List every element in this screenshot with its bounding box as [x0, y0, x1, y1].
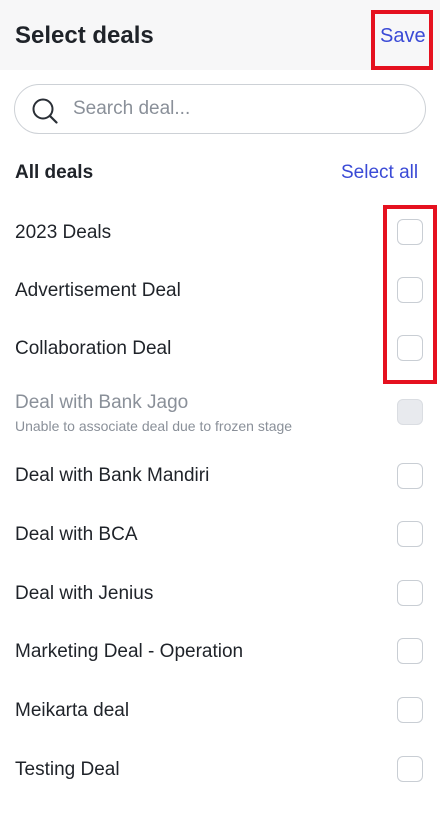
deal-label: Deal with Jenius — [15, 583, 154, 604]
deal-checkbox[interactable] — [397, 335, 423, 361]
deal-label: Deal with BCA — [15, 524, 138, 545]
deal-row[interactable]: Collaboration Deal — [0, 320, 440, 378]
deal-row[interactable]: Deal with Bank Mandiri — [0, 447, 440, 505]
deal-label: Testing Deal — [15, 759, 120, 780]
deal-checkbox[interactable] — [397, 638, 423, 664]
section-label-all-deals: All deals — [15, 162, 94, 183]
deal-checkbox[interactable] — [397, 277, 423, 303]
save-highlight-box — [371, 10, 433, 70]
deal-label: Deal with Bank Jago — [15, 392, 189, 413]
deal-label: 2023 Deals — [15, 222, 112, 243]
page-title: Select deals — [15, 22, 154, 49]
deal-label: Meikarta deal — [15, 700, 130, 721]
deal-label: Marketing Deal - Operation — [15, 641, 244, 662]
deal-checkbox[interactable] — [397, 463, 423, 489]
deal-row[interactable]: Advertisement Deal — [0, 261, 440, 319]
deal-checkbox-disabled — [397, 399, 423, 425]
deal-checkbox[interactable] — [397, 697, 423, 723]
deal-row-disabled: Deal with Bank Jago Unable to associate … — [0, 380, 440, 442]
deal-checkbox[interactable] — [397, 521, 423, 547]
search-icon — [32, 98, 58, 124]
deal-label: Advertisement Deal — [15, 280, 181, 301]
deal-row[interactable]: Meikarta deal — [0, 683, 440, 741]
deal-checkbox[interactable] — [397, 219, 423, 245]
deal-row[interactable]: Deal with Jenius — [0, 565, 440, 623]
deal-disabled-reason: Unable to associate deal due to frozen s… — [15, 418, 293, 434]
deal-checkbox[interactable] — [397, 756, 423, 782]
deal-label: Collaboration Deal — [15, 338, 172, 359]
select-all-link[interactable]: Select all — [341, 161, 418, 185]
search-input[interactable] — [73, 93, 403, 125]
search-bar[interactable] — [14, 84, 426, 134]
deal-checkbox[interactable] — [397, 580, 423, 606]
deal-row[interactable]: 2023 Deals — [0, 202, 440, 260]
deal-row[interactable]: Testing Deal — [0, 742, 440, 800]
deal-label: Deal with Bank Mandiri — [15, 465, 210, 486]
deal-row[interactable]: Deal with BCA — [0, 506, 440, 564]
deal-row[interactable]: Marketing Deal - Operation — [0, 624, 440, 682]
